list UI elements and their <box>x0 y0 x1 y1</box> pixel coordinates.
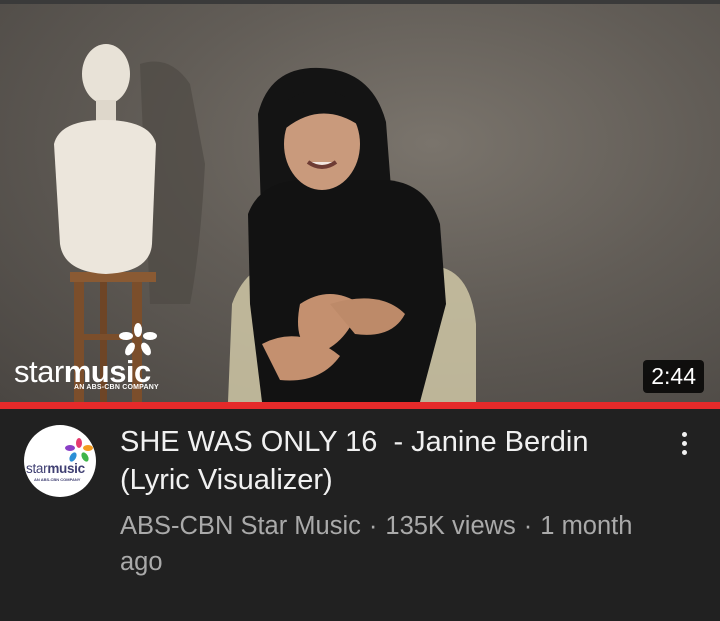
view-count: 135K views <box>385 512 516 540</box>
watch-progress-fill <box>0 402 720 409</box>
duration-badge: 2:44 <box>643 360 704 393</box>
more-vertical-icon[interactable] <box>670 425 698 461</box>
stool-seat <box>70 272 156 282</box>
avatar-logo-icon <box>65 438 93 462</box>
avatar-tagline: AN ABS-CBN COMPANY <box>34 477 81 482</box>
more-dot <box>681 440 687 446</box>
video-meta: ABS-CBN Star Music · 135K views · 1 month ag… <box>120 508 640 580</box>
watch-progress-bar <box>0 402 720 409</box>
meta-separator: · <box>523 512 533 540</box>
mannequin-head <box>82 44 130 104</box>
channel-avatar[interactable]: starmusic AN ABS-CBN COMPANY <box>24 425 96 497</box>
more-dot <box>681 431 687 437</box>
video-title[interactable]: SHE WAS ONLY 16 - Janine Berdin (Lyric V… <box>120 423 660 499</box>
avatar-wordmark: starmusic <box>26 461 85 476</box>
starmusic-watermark: starmusic AN ABS-CBN COMPANY <box>14 322 174 398</box>
video-thumbnail[interactable]: starmusic AN ABS-CBN COMPANY 2:44 <box>0 4 720 402</box>
mannequin-torso <box>54 120 156 274</box>
mannequin-neck <box>96 100 116 122</box>
more-dot <box>681 449 687 455</box>
watermark-tagline: AN ABS-CBN COMPANY <box>74 384 159 391</box>
channel-name[interactable]: ABS-CBN Star Music <box>120 512 361 540</box>
meta-separator: · <box>368 512 378 540</box>
smile <box>306 160 338 169</box>
starmusic-logo <box>119 323 157 356</box>
